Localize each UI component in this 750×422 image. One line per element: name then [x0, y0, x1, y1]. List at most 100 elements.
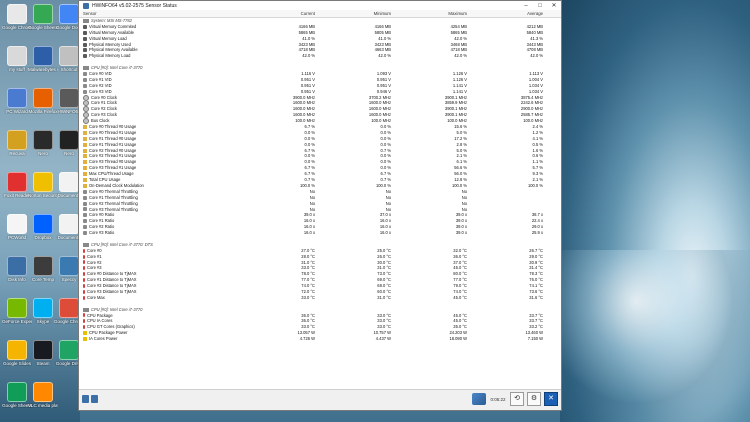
mem-icon [83, 36, 87, 41]
arrow-left-right-icon[interactable] [82, 395, 89, 403]
close-button[interactable]: ✕ [547, 2, 561, 9]
temp-icon [83, 289, 85, 294]
usage-icon [83, 124, 87, 129]
shortcut-icon [33, 4, 53, 24]
sensor-row[interactable]: IA Cores Power 4.726 W 4.437 W 18.090 W 7.15… [79, 336, 561, 342]
cpu-icon [83, 231, 87, 235]
shortcut-icon [7, 298, 27, 318]
close-sensors-button[interactable]: ✕ [544, 392, 558, 406]
shortcut-icon [7, 172, 27, 192]
network-icon[interactable] [472, 393, 486, 405]
reset-button[interactable]: ⟲ [510, 392, 524, 406]
mem-icon [83, 24, 87, 29]
usage-icon [83, 142, 87, 147]
hwinfo-app-icon [83, 2, 89, 9]
column-header-sensor[interactable]: Sensor [79, 11, 247, 16]
shortcut-icon [33, 256, 53, 276]
temp-icon [83, 266, 85, 271]
usage-icon [83, 148, 87, 153]
sensor-name: Physical Memory Load [89, 53, 131, 59]
temp-icon [83, 272, 85, 277]
desktop-icons: Google Chrome Google Sheets Google Docs my … [0, 0, 84, 422]
maximum-value: 18.090 W [449, 336, 467, 342]
shortcut-icon [7, 214, 27, 234]
current-value: 33.0 °C [301, 294, 315, 300]
shortcut-icon [7, 4, 27, 24]
power-icon [83, 337, 87, 342]
shortcut-icon [59, 4, 79, 24]
chip-icon [83, 18, 89, 23]
usage-icon [83, 154, 87, 159]
sensor-list[interactable]: System: MSI MS-7782 Virtual Memory Commit… [79, 18, 561, 398]
current-value: 16.0 x [303, 230, 315, 236]
minimum-value: 31.0 °C [377, 294, 391, 300]
window-title: HWiNFO64 v5.02-2575 Sensor Status [92, 2, 177, 9]
sensor-name: Core #3 Ratio [89, 230, 115, 236]
shortcut-icon [59, 256, 79, 276]
minimum-value: 16.0 x [379, 230, 391, 236]
column-header-current[interactable]: Current [247, 11, 323, 16]
shortcut-icon [7, 130, 27, 150]
maximize-button[interactable]: □ [533, 3, 547, 9]
shortcut-icon [33, 214, 53, 234]
shortcut-icon [33, 172, 53, 192]
temp-icon [83, 260, 85, 265]
cpu-icon [83, 71, 87, 76]
cpu-icon [83, 219, 87, 224]
sensor-row[interactable]: Physical Memory Load 42.0 % 42.0 % 42.0 % 42… [79, 53, 561, 59]
cpu-icon [83, 213, 87, 218]
status-bar: 0:05:22 ⟲ ⚙ ✕ [79, 389, 561, 410]
cpu-icon [83, 195, 87, 200]
shortcut-icon [33, 298, 53, 318]
temp-icon [83, 319, 85, 324]
column-header-maximum[interactable]: Maximum [399, 11, 475, 16]
settings-button[interactable]: ⚙ [527, 392, 541, 406]
sensor-name-cell: Core #3 Ratio [79, 230, 247, 236]
cpu-icon [83, 77, 87, 82]
shortcut-icon [59, 340, 79, 360]
shortcut-icon [33, 382, 53, 402]
temp-icon [83, 278, 85, 283]
column-header-minimum[interactable]: Minimum [323, 11, 399, 16]
shortcut-icon [7, 46, 27, 66]
column-header-average[interactable]: Average [475, 11, 551, 16]
minimize-button[interactable]: – [519, 3, 533, 9]
cpu-icon [83, 89, 87, 94]
shortcut-icon [7, 340, 27, 360]
shortcut-icon [59, 298, 79, 318]
column-header: Sensor Current Minimum Maximum Average [79, 10, 561, 18]
title-bar[interactable]: HWiNFO64 v5.02-2575 Sensor Status – □ ✕ [79, 1, 561, 10]
shortcut-icon [59, 214, 79, 234]
temp-icon [83, 248, 85, 253]
average-value: 31.6 °C [529, 294, 543, 300]
sensor-name-cell: Physical Memory Load [79, 53, 247, 59]
usage-icon [83, 177, 87, 182]
desktop-shortcut[interactable]: VLC media player [28, 382, 58, 408]
minimum-value: 42.0 % [378, 53, 391, 59]
mem-icon [83, 30, 87, 35]
cpu-icon [83, 225, 87, 230]
sensor-row[interactable]: Core Max 33.0 °C 31.0 °C 45.0 °C 31.6 °C [79, 295, 561, 301]
maximum-value: 42.0 % [454, 53, 467, 59]
temp-icon [83, 254, 85, 259]
usage-icon [83, 160, 87, 165]
usage-icon [83, 130, 87, 135]
shortcut-icon [59, 130, 79, 150]
chip-icon [83, 66, 89, 71]
usage-icon [83, 166, 87, 171]
sensor-name: IA Cores Power [89, 336, 118, 342]
temp-icon [83, 284, 85, 289]
shortcut-icon [59, 46, 79, 66]
shortcut-icon [33, 46, 53, 66]
sensor-name-cell: Core Max [79, 295, 247, 301]
temp-icon [83, 295, 85, 300]
arrow-collapse-icon[interactable] [91, 395, 98, 403]
usage-icon [83, 172, 87, 177]
sensor-name-cell: IA Cores Power [79, 336, 247, 342]
status-left-tools [82, 395, 98, 403]
sensor-row[interactable]: Core #3 Ratio 16.0 x 16.0 x 39.0 x 25.9 x [79, 230, 561, 236]
shortcut-icon [7, 88, 27, 108]
wallpaper-wave [560, 250, 750, 422]
temp-icon [83, 325, 85, 330]
shortcut-icon [33, 340, 53, 360]
